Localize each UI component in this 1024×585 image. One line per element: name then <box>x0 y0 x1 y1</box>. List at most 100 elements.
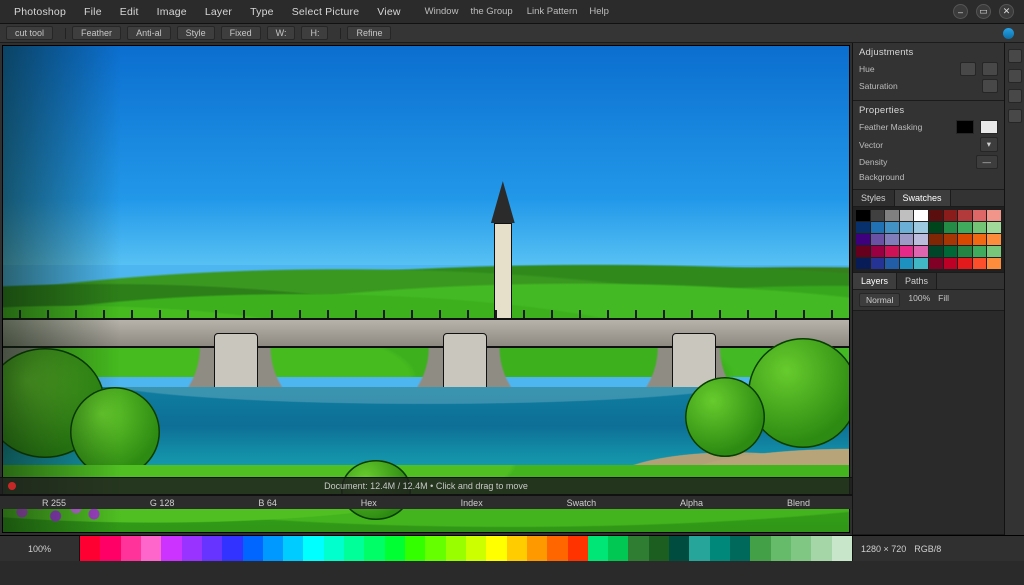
swatch[interactable] <box>958 258 972 269</box>
history-icon[interactable] <box>1008 49 1022 63</box>
swatch[interactable] <box>958 246 972 257</box>
swatch[interactable] <box>987 210 1001 221</box>
swatch[interactable] <box>871 246 885 257</box>
footer-swatch[interactable] <box>628 536 648 561</box>
swatch[interactable] <box>958 222 972 233</box>
swatch[interactable] <box>885 210 899 221</box>
footer-swatch[interactable] <box>324 536 344 561</box>
swatch[interactable] <box>900 246 914 257</box>
footer-swatch[interactable] <box>141 536 161 561</box>
footer-swatch[interactable] <box>791 536 811 561</box>
footer-swatch[interactable] <box>385 536 405 561</box>
menu-type[interactable]: Type <box>242 3 284 21</box>
swatch[interactable] <box>914 210 928 221</box>
footer-swatch[interactable] <box>182 536 202 561</box>
slider-icon[interactable] <box>960 62 976 76</box>
footer-swatch-bar[interactable] <box>80 536 852 561</box>
swatch[interactable] <box>856 222 870 233</box>
footer-swatch[interactable] <box>832 536 852 561</box>
footer-swatch[interactable] <box>811 536 831 561</box>
tab-layers[interactable]: Layers <box>853 273 897 289</box>
swatch[interactable] <box>871 234 885 245</box>
swatch[interactable] <box>900 258 914 269</box>
swatch[interactable] <box>929 246 943 257</box>
swatch[interactable] <box>900 210 914 221</box>
opt-height[interactable]: H: <box>301 26 328 40</box>
swatch[interactable] <box>944 258 958 269</box>
menu-view[interactable]: View <box>369 3 410 21</box>
swatch[interactable] <box>929 222 943 233</box>
swatch[interactable] <box>973 246 987 257</box>
swatch[interactable] <box>944 246 958 257</box>
menu-edit[interactable]: Edit <box>112 3 149 21</box>
swatch[interactable] <box>885 234 899 245</box>
swatch[interactable] <box>914 234 928 245</box>
swatch[interactable] <box>871 210 885 221</box>
footer-swatch[interactable] <box>222 536 242 561</box>
brushes-icon[interactable] <box>1008 89 1022 103</box>
swatch[interactable] <box>929 210 943 221</box>
footer-swatch[interactable] <box>486 536 506 561</box>
footer-swatch[interactable] <box>568 536 588 561</box>
footer-swatch[interactable] <box>588 536 608 561</box>
opt-fixed[interactable]: Fixed <box>221 26 261 40</box>
footer-swatch[interactable] <box>243 536 263 561</box>
footer-swatch[interactable] <box>649 536 669 561</box>
footer-swatch[interactable] <box>100 536 120 561</box>
swatch[interactable] <box>885 246 899 257</box>
tool-indicator[interactable]: cut tool <box>6 26 53 40</box>
footer-swatch[interactable] <box>771 536 791 561</box>
swatch[interactable] <box>856 210 870 221</box>
document-canvas[interactable] <box>2 45 850 533</box>
swatch[interactable] <box>871 222 885 233</box>
tab-styles[interactable]: Styles <box>853 190 895 206</box>
slider-icon[interactable] <box>982 79 998 93</box>
footer-swatch[interactable] <box>263 536 283 561</box>
color-fg-icon[interactable] <box>956 120 974 134</box>
swatch[interactable] <box>944 222 958 233</box>
opt-antialias[interactable]: Anti-al <box>127 26 171 40</box>
swatch[interactable] <box>958 234 972 245</box>
footer-swatch[interactable] <box>507 536 527 561</box>
swatch[interactable] <box>987 258 1001 269</box>
color-bg-icon[interactable] <box>980 120 998 134</box>
footer-swatch[interactable] <box>364 536 384 561</box>
menu-layer[interactable]: Layer <box>197 3 242 21</box>
swatch[interactable] <box>900 222 914 233</box>
swatch[interactable] <box>958 210 972 221</box>
layers-list[interactable] <box>853 311 1004 534</box>
footer-swatch[interactable] <box>202 536 222 561</box>
swatch[interactable] <box>987 246 1001 257</box>
swatch[interactable] <box>973 222 987 233</box>
swatch[interactable] <box>885 258 899 269</box>
menu-window[interactable]: Window <box>425 6 459 17</box>
tab-swatches[interactable]: Swatches <box>895 190 951 206</box>
footer-swatch[interactable] <box>547 536 567 561</box>
opt-feather[interactable]: Feather <box>72 26 121 40</box>
footer-swatch[interactable] <box>161 536 181 561</box>
footer-swatch[interactable] <box>283 536 303 561</box>
swatch[interactable] <box>900 234 914 245</box>
footer-swatch[interactable] <box>405 536 425 561</box>
footer-swatch[interactable] <box>80 536 100 561</box>
swatch[interactable] <box>885 222 899 233</box>
slider-icon[interactable] <box>982 62 998 76</box>
swatch[interactable] <box>944 234 958 245</box>
footer-swatch[interactable] <box>689 536 709 561</box>
opt-refine[interactable]: Refine <box>347 26 391 40</box>
swatch[interactable] <box>973 258 987 269</box>
footer-swatch[interactable] <box>466 536 486 561</box>
swatch[interactable] <box>944 210 958 221</box>
footer-swatch[interactable] <box>730 536 750 561</box>
value-chip[interactable]: — <box>976 155 999 169</box>
swatch[interactable] <box>987 222 1001 233</box>
swatch[interactable] <box>973 210 987 221</box>
menu-file[interactable]: File <box>76 3 112 21</box>
swatch[interactable] <box>914 258 928 269</box>
swatch[interactable] <box>856 246 870 257</box>
footer-swatch[interactable] <box>669 536 689 561</box>
cloud-sync-icon[interactable] <box>1003 28 1014 39</box>
menu-image[interactable]: Image <box>149 3 197 21</box>
footer-swatch[interactable] <box>750 536 770 561</box>
swatch[interactable] <box>856 234 870 245</box>
